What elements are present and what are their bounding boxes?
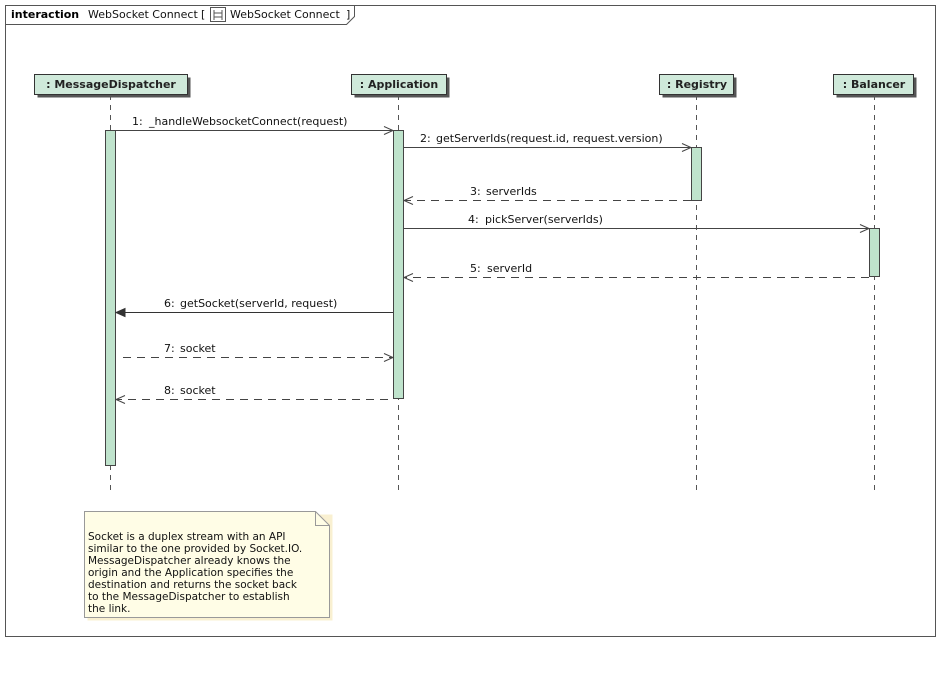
message-number: 5: bbox=[470, 262, 481, 275]
message-label: pickServer(serverIds) bbox=[485, 213, 603, 226]
lifeline-label: : MessageDispatcher bbox=[46, 78, 176, 91]
frame-bracket-open: [ bbox=[201, 8, 205, 21]
message-number: 4: bbox=[468, 213, 479, 226]
note: Socket is a duplex stream with an API si… bbox=[84, 511, 333, 621]
message-number: 8: bbox=[164, 384, 175, 397]
message-number: 2: bbox=[420, 132, 431, 145]
note-line: similar to the one provided by Socket.IO… bbox=[88, 543, 302, 555]
frame-ref-label: WebSocket Connect bbox=[230, 8, 340, 21]
message-label: getServerIds(request.id, request.version… bbox=[436, 132, 663, 145]
activation-registry bbox=[691, 147, 702, 201]
message-number: 1: bbox=[132, 115, 143, 128]
activation-application bbox=[393, 130, 404, 399]
lifeline-label: : Application bbox=[360, 78, 438, 91]
note-line: the link. bbox=[88, 603, 130, 615]
frame-keyword: interaction bbox=[11, 8, 79, 21]
note-line: destination and returns the socket back bbox=[88, 579, 298, 591]
note-line: Socket is a duplex stream with an API bbox=[88, 531, 286, 543]
message-label: socket bbox=[180, 342, 216, 355]
sequence-diagram: interaction WebSocket Connect [ WebSocke… bbox=[5, 5, 936, 637]
note-line: origin and the Application specifies the bbox=[88, 567, 293, 579]
message-label: socket bbox=[180, 384, 216, 397]
message-number: 6: bbox=[164, 297, 175, 310]
message-label: serverId bbox=[487, 262, 532, 275]
lifeline-head-dispatcher: : MessageDispatcher bbox=[34, 74, 191, 98]
activation-balancer bbox=[869, 228, 880, 277]
frame-name: WebSocket Connect bbox=[88, 8, 198, 21]
message-label: _handleWebsocketConnect(request) bbox=[148, 115, 347, 128]
message-label: serverIds bbox=[486, 185, 537, 198]
note-line: MessageDispatcher already knows the bbox=[88, 555, 291, 567]
lifeline-head-application: : Application bbox=[351, 74, 450, 98]
message-number: 7: bbox=[164, 342, 175, 355]
frame-bracket-close: ] bbox=[346, 8, 350, 21]
lifeline-label: : Registry bbox=[667, 78, 727, 91]
lifeline-label: : Balancer bbox=[843, 78, 906, 91]
message-number: 3: bbox=[470, 185, 481, 198]
lifeline-head-registry: : Registry bbox=[659, 74, 737, 98]
lifeline-head-balancer: : Balancer bbox=[833, 74, 917, 98]
interaction-ref-icon bbox=[210, 7, 226, 22]
note-line: to the MessageDispatcher to establish bbox=[88, 591, 290, 603]
message-label: getSocket(serverId, request) bbox=[180, 297, 337, 310]
activation-dispatcher bbox=[105, 130, 116, 466]
